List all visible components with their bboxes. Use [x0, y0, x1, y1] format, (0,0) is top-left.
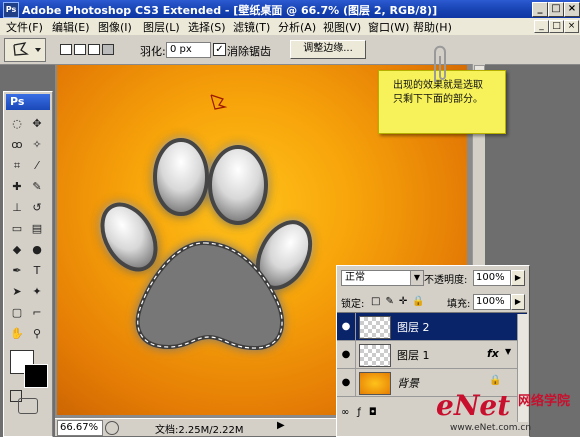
close-button[interactable]: ×: [564, 2, 580, 17]
menu-help[interactable]: 帮助(H): [413, 19, 452, 35]
opacity-slider-arrow-icon[interactable]: ▶: [511, 270, 525, 286]
status-icon[interactable]: [105, 421, 119, 435]
layer-name: 背景: [397, 377, 419, 390]
antialias-label: 消除锯齿: [227, 45, 271, 58]
pen-icon[interactable]: ✒: [8, 263, 26, 279]
quick-mask-icon[interactable]: [18, 398, 38, 414]
eraser-icon[interactable]: ▭: [8, 221, 26, 237]
minimize-button[interactable]: _: [532, 2, 548, 17]
menu-file[interactable]: 文件(F): [6, 19, 43, 35]
doc-close-button[interactable]: ×: [564, 20, 579, 33]
fill-slider-arrow-icon[interactable]: ▶: [511, 294, 525, 310]
intersect-selection-icon[interactable]: [102, 44, 114, 55]
history-brush-icon[interactable]: ↺: [28, 200, 46, 216]
background-color-swatch[interactable]: [24, 364, 48, 388]
slice-icon[interactable]: ⁄: [28, 158, 46, 174]
notes-icon[interactable]: ▢: [8, 305, 26, 321]
expand-effects-icon[interactable]: ▼: [505, 347, 511, 356]
layer-row-layer2[interactable]: ● 图层 2: [337, 313, 527, 341]
window-title: Adobe Photoshop CS3 Extended - [壁纸桌面 @ 6…: [22, 4, 438, 17]
menu-analysis[interactable]: 分析(A): [278, 19, 316, 35]
visibility-eye-icon[interactable]: ●: [337, 341, 356, 368]
hand-icon[interactable]: ✋: [8, 326, 26, 342]
lock-label: 锁定:: [341, 299, 365, 310]
menu-image[interactable]: 图像(I): [98, 19, 132, 35]
paw-toe-2: [208, 145, 268, 225]
menu-bar: 文件(F) 编辑(E) 图像(I) 图层(L) 选择(S) 滤镜(T) 分析(A…: [0, 18, 580, 36]
menu-select[interactable]: 选择(S): [188, 19, 226, 35]
doc-size: 文档:2.25M/2.22M: [155, 425, 244, 436]
visibility-eye-icon[interactable]: ●: [337, 369, 356, 396]
feather-input[interactable]: 0 px: [166, 42, 211, 58]
fill-input[interactable]: 100%: [473, 294, 511, 310]
feather-label: 羽化:: [140, 45, 166, 58]
doc-restore-button[interactable]: □: [549, 20, 564, 33]
selection-mode-buttons: [60, 42, 120, 57]
subtract-selection-icon[interactable]: [88, 44, 100, 55]
blend-mode-value: 正常: [345, 272, 365, 283]
lasso-icon[interactable]: ꝏ: [8, 137, 26, 153]
dodge-icon[interactable]: ●: [28, 242, 46, 258]
menu-filter[interactable]: 滤镜(T): [233, 19, 270, 35]
healing-icon[interactable]: ✚: [8, 179, 26, 195]
move-icon[interactable]: ✥: [28, 116, 46, 132]
paperclip-icon: [434, 45, 446, 82]
blend-mode-select[interactable]: 正常 ▼: [341, 270, 424, 286]
layer-effects-icon[interactable]: fx: [487, 347, 499, 360]
toolbox-header: Ps: [6, 94, 50, 110]
photoshop-app-icon: Ps: [3, 2, 19, 18]
opacity-input[interactable]: 100%: [473, 270, 511, 286]
type-icon[interactable]: T: [28, 263, 46, 279]
maximize-button[interactable]: □: [548, 2, 564, 17]
antialias-checkbox[interactable]: ✓: [213, 43, 226, 56]
menu-layer[interactable]: 图层(L): [143, 19, 180, 35]
layer-name: 图层 2: [397, 321, 430, 334]
lasso-cursor-icon: [210, 94, 228, 110]
magic-wand-icon[interactable]: ✧: [28, 137, 46, 153]
eyedropper-icon[interactable]: ⌐: [28, 305, 46, 321]
tool-preset-picker[interactable]: [4, 38, 46, 62]
menu-edit[interactable]: 编辑(E): [52, 19, 90, 35]
zoom-field[interactable]: 66.67%: [57, 420, 103, 436]
brush-icon[interactable]: ✎: [28, 179, 46, 195]
toolbox: Ps ◌ ✥ ꝏ ✧ ⌗ ⁄ ✚ ✎ ⊥ ↺ ▭ ▤ ◆ ● ✒ T ➤ ✦ ▢ ⌐ ✋ ⚲: [3, 91, 53, 437]
note-line-2: 只剩下下面的部分。: [393, 94, 483, 105]
shape-icon[interactable]: ✦: [28, 284, 46, 300]
status-arrow-icon[interactable]: ▶: [277, 420, 285, 431]
path-select-icon[interactable]: ➤: [8, 284, 26, 300]
blur-icon[interactable]: ◆: [8, 242, 26, 258]
menu-window[interactable]: 窗口(W): [368, 19, 409, 35]
watermark-brand: eNet: [436, 389, 511, 422]
stamp-icon[interactable]: ⊥: [8, 200, 26, 216]
watermark-url: www.eNet.com.cn: [450, 423, 532, 433]
dropdown-arrow-icon[interactable]: ▼: [410, 271, 423, 285]
lock-options[interactable]: □✎✛🔒: [371, 296, 441, 308]
paw-toe-1: [153, 138, 209, 216]
gradient-icon[interactable]: ▤: [28, 221, 46, 237]
visibility-eye-icon[interactable]: ●: [337, 313, 356, 340]
opacity-label: 不透明度:: [424, 275, 468, 286]
title-bar: Ps Adobe Photoshop CS3 Extended - [壁纸桌面 …: [0, 0, 580, 18]
menu-view[interactable]: 视图(V): [323, 19, 361, 35]
doc-minimize-button[interactable]: _: [534, 20, 549, 33]
refine-edge-button[interactable]: 调整边缘...: [290, 40, 366, 59]
marquee-icon[interactable]: ◌: [8, 116, 26, 132]
layer-thumbnail: [359, 316, 391, 339]
fill-label: 填充:: [447, 299, 471, 310]
layer-thumbnail: [359, 372, 391, 395]
add-selection-icon[interactable]: [74, 44, 86, 55]
layer-name: 图层 1: [397, 349, 430, 362]
new-selection-icon[interactable]: [60, 44, 72, 55]
lock-icon: 🔒: [489, 375, 502, 386]
zoom-icon[interactable]: ⚲: [28, 326, 46, 342]
layer-thumbnail: [359, 344, 391, 367]
polygonal-lasso-icon: [13, 42, 41, 56]
watermark-cn: 网络学院: [518, 394, 571, 409]
options-bar: 羽化: 0 px ✓ 消除锯齿 调整边缘...: [0, 35, 580, 65]
layer-row-layer1[interactable]: ● 图层 1 fx ▼: [337, 341, 527, 369]
paw-toe-3: [100, 202, 158, 272]
enet-watermark: eNet 网络学院 www.eNet.com.cn: [420, 387, 580, 435]
crop-icon[interactable]: ⌗: [8, 158, 26, 174]
